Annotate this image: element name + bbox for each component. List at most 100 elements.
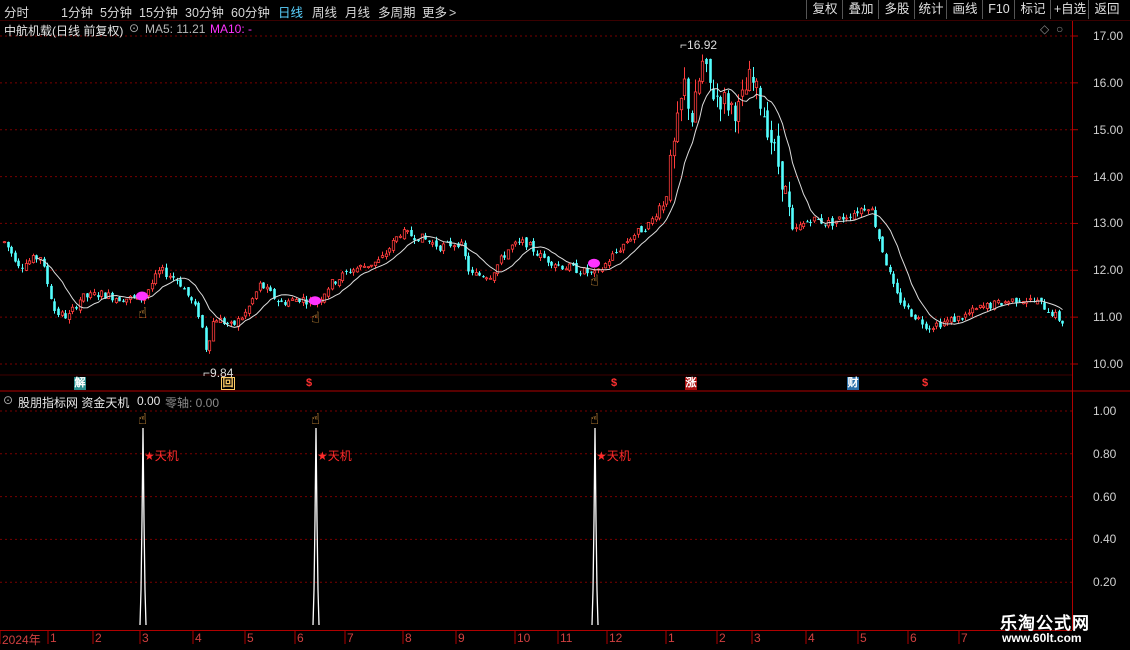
signal-dot — [309, 296, 321, 306]
diamond-icon[interactable]: ◇ — [1040, 22, 1049, 36]
candle-body-up — [668, 154, 673, 201]
signal-dot — [136, 291, 148, 301]
candle-body-down — [503, 255, 506, 258]
candle-body-up — [794, 227, 799, 230]
candle-body-up — [150, 283, 155, 290]
event-marker[interactable]: $ — [303, 377, 315, 390]
candle-body-down — [727, 93, 730, 111]
candle-body-up — [27, 260, 32, 265]
candle-body-down — [910, 309, 913, 317]
price-tick-label: 13.00 — [1093, 216, 1124, 231]
candle-body-up — [265, 286, 270, 290]
candle-body-down — [471, 269, 474, 273]
candle-body-up — [506, 249, 511, 260]
candle-body-up — [553, 264, 558, 268]
event-marker[interactable]: 解 — [74, 377, 86, 390]
candle-body-up — [870, 208, 875, 211]
price-tick-label: 17.00 — [1093, 29, 1124, 43]
candle-body-down — [899, 292, 902, 303]
candle-body-down — [21, 267, 24, 269]
candle-body-down — [849, 216, 852, 218]
candle-body-down — [536, 253, 539, 256]
candle-body-up — [92, 292, 97, 296]
candle-body-up — [981, 305, 986, 308]
candle-body-up — [286, 300, 291, 307]
circle-icon[interactable]: ○ — [1056, 22, 1063, 36]
candle-body-up — [211, 321, 216, 342]
indicator-tick-label: 0.40 — [1093, 532, 1117, 547]
candle-body-up — [628, 238, 633, 242]
candle-body-up — [114, 298, 119, 303]
high-annotation: ⌐16.92 — [680, 38, 718, 52]
candle-body-up — [675, 112, 680, 142]
price-tick-label: 10.00 — [1093, 357, 1124, 371]
candle-body-down — [1061, 320, 1064, 324]
indicator-tick-label: 0.20 — [1093, 575, 1117, 590]
candle-body-up — [99, 290, 104, 297]
event-marker[interactable]: 涨 — [685, 377, 697, 390]
candle-body-down — [885, 254, 888, 266]
time-axis-label: 5 — [247, 631, 254, 645]
event-marker[interactable]: 财 — [847, 377, 859, 390]
candle-body-up — [31, 255, 36, 263]
candle-body-up — [985, 302, 990, 309]
candle-body-down — [1047, 311, 1050, 313]
ma-line — [36, 88, 1063, 328]
time-axis-label: 10 — [517, 631, 531, 645]
candle-body-up — [366, 266, 371, 269]
circle-chevron-down-icon[interactable]: ⊙ — [129, 21, 139, 35]
candle-body-up — [24, 263, 29, 271]
candle-body-down — [172, 276, 175, 278]
candle-body-up — [1003, 301, 1008, 304]
candle-body-down — [914, 314, 917, 320]
candle-body-up — [740, 89, 745, 97]
candle-body-up — [621, 243, 626, 251]
candle-body-up — [474, 272, 479, 276]
candle-body-down — [17, 260, 20, 267]
price-tick-label: 11.00 — [1093, 310, 1123, 325]
candle-body-up — [88, 292, 93, 298]
candle-body-up — [798, 224, 803, 231]
candle-body-up — [672, 140, 677, 157]
candle-body-up — [484, 277, 489, 280]
candle-body-down — [86, 293, 89, 298]
candle-body-up — [391, 240, 396, 251]
candle-body-down — [464, 242, 467, 257]
time-axis-label: 4 — [195, 631, 202, 645]
circle-chevron-down-icon[interactable]: ⊙ — [3, 393, 13, 407]
time-axis-label: 6 — [297, 631, 304, 645]
candle-body-up — [106, 292, 111, 299]
event-marker[interactable]: 回 — [221, 377, 235, 390]
time-axis-label: 1 — [668, 631, 675, 645]
candle-body-down — [547, 256, 550, 263]
candle-body-up — [340, 272, 345, 281]
candle-body-down — [413, 238, 416, 241]
candle-body-down — [773, 142, 776, 144]
candle-body-up — [258, 282, 263, 291]
candle-body-down — [712, 88, 715, 100]
signal-label: ★天机 — [317, 449, 352, 463]
candle-body-down — [921, 319, 924, 325]
kline-chart[interactable]: ☝ ☝ ☝ ☝ ☝ ☝ — [0, 0, 1130, 650]
candle-body-up — [1006, 301, 1011, 304]
candle-body-up — [812, 216, 817, 222]
candle-body-down — [194, 301, 197, 305]
candle-body-down — [878, 229, 881, 240]
candle-body-down — [133, 295, 136, 298]
candle-body-up — [744, 89, 749, 95]
price-tick-label: 16.00 — [1093, 75, 1124, 90]
candle-body-down — [187, 287, 190, 296]
candle-body-down — [233, 320, 236, 325]
candle-body-down — [925, 323, 928, 329]
candle-body-down — [345, 270, 348, 272]
event-marker[interactable]: $ — [608, 377, 620, 390]
time-axis-label: 2 — [95, 631, 102, 645]
high-value: 16.92 — [687, 38, 718, 52]
zero-axis-label: 零轴: 0.00 — [165, 396, 220, 410]
event-marker[interactable]: $ — [919, 377, 931, 390]
candle-body-up — [970, 307, 975, 314]
price-tick-label: 15.00 — [1093, 122, 1124, 137]
candle-body-down — [197, 302, 200, 318]
candle-body-up — [783, 186, 788, 194]
candle-body-up — [402, 229, 407, 240]
